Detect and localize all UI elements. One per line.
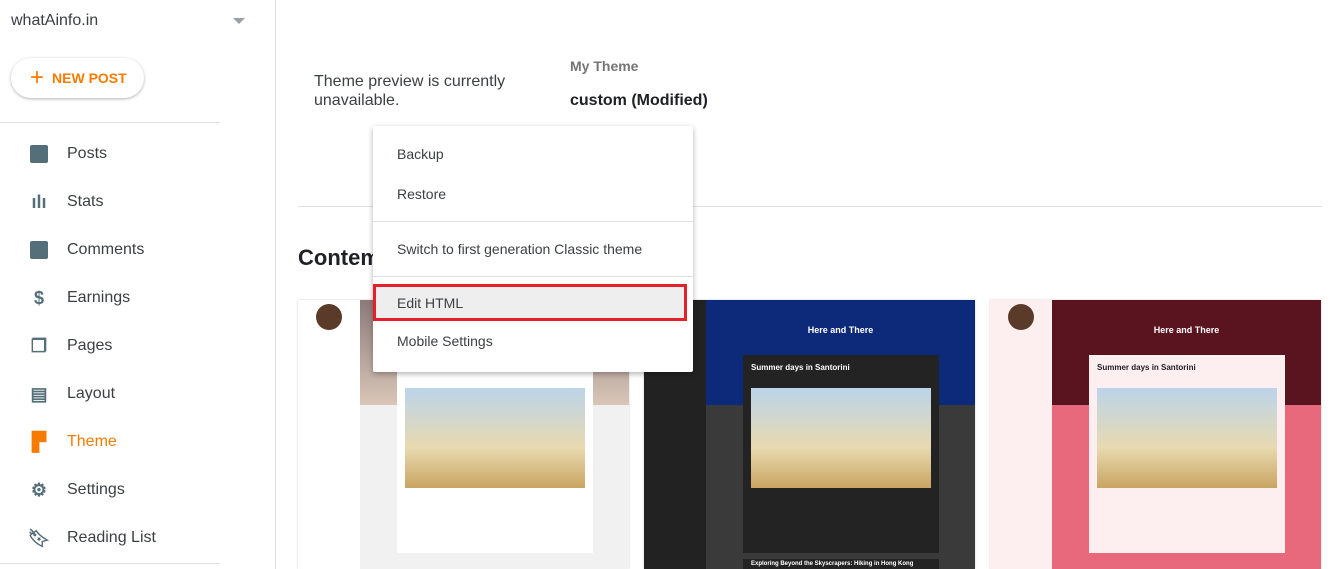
new-post-label: NEW POST (52, 70, 127, 86)
comment-icon (28, 239, 50, 261)
label: Layout (67, 385, 116, 402)
divider (373, 276, 693, 277)
label: Earnings (67, 289, 131, 306)
label: Theme (67, 433, 117, 450)
divider (373, 221, 693, 222)
sidebar-item-comments[interactable]: Comments (0, 226, 276, 274)
label: Reading List (67, 529, 156, 546)
post-image (1097, 388, 1277, 488)
avatar (316, 304, 342, 330)
post-image (405, 388, 585, 488)
label: Comments (67, 241, 145, 258)
label: Settings (67, 481, 125, 498)
pages-icon: ❐ (30, 335, 48, 356)
theme-options-menu: Backup Restore Switch to first generatio… (373, 126, 693, 372)
theme-name: custom (Modified) (570, 92, 708, 109)
second-post-title: Exploring Beyond the Skyscrapers: Hiking… (743, 559, 939, 569)
post-title: Summer days in Santorini (751, 363, 850, 372)
gear-icon: ⚙ (30, 479, 48, 500)
post-image (751, 388, 931, 488)
plus-icon: + (30, 64, 45, 91)
menu-item-switch-classic[interactable]: Switch to first generation Classic theme (373, 229, 693, 269)
menu-item-edit-html[interactable]: Edit HTML (373, 284, 687, 321)
sidebar-item-earnings[interactable]: $ Earnings (0, 274, 276, 322)
stats-icon: ılı (31, 191, 47, 212)
blog-selector[interactable]: whatAinfo.in (11, 12, 98, 30)
label: Posts (67, 145, 108, 162)
menu-item-backup[interactable]: Backup (373, 134, 693, 174)
paint-roller-icon: ▛ (32, 431, 46, 452)
label: Pages (67, 337, 113, 354)
avatar (1008, 304, 1034, 330)
preview-unavailable-text: Theme preview is currently unavailable. (314, 73, 506, 109)
posts-icon (28, 143, 50, 165)
sidebar: whatAinfo.in + NEW POST Posts ılı Stats Co… (0, 0, 276, 569)
theme-thumbnail-dark[interactable]: Here and There Summer days in Santorini … (644, 300, 975, 569)
sidebar-item-layout[interactable]: ▤ Layout (0, 370, 276, 418)
dollar-icon: $ (33, 287, 44, 308)
sidebar-item-pages[interactable]: ❐ Pages (0, 322, 276, 370)
bookmark-icon: 🔖︎ (27, 527, 51, 548)
my-theme-label: My Theme (570, 58, 639, 74)
sidebar-item-settings[interactable]: ⚙ Settings (0, 466, 276, 514)
sidebar-item-stats[interactable]: ılı Stats (0, 178, 276, 226)
sidebar-item-posts[interactable]: Posts (0, 130, 276, 178)
layout-icon: ▤ (30, 383, 48, 404)
menu-item-restore[interactable]: Restore (373, 174, 693, 214)
menu-item-mobile-settings[interactable]: Mobile Settings (373, 321, 693, 361)
blog-title: Here and There (1153, 325, 1220, 335)
new-post-button[interactable]: + NEW POST (11, 58, 144, 98)
theme-thumbnail-floral[interactable]: Here and There Summer days in Santorini (990, 300, 1321, 569)
dropdown-caret-icon[interactable] (233, 18, 245, 24)
label: Stats (67, 193, 104, 210)
sidebar-item-reading-list[interactable]: 🔖︎ Reading List (0, 514, 276, 562)
sidebar-item-theme[interactable]: ▛ Theme (0, 418, 276, 466)
post-title: Summer days in Santorini (1097, 363, 1196, 372)
divider (0, 563, 220, 564)
blog-title: Here and There (807, 325, 874, 335)
divider (0, 122, 220, 123)
